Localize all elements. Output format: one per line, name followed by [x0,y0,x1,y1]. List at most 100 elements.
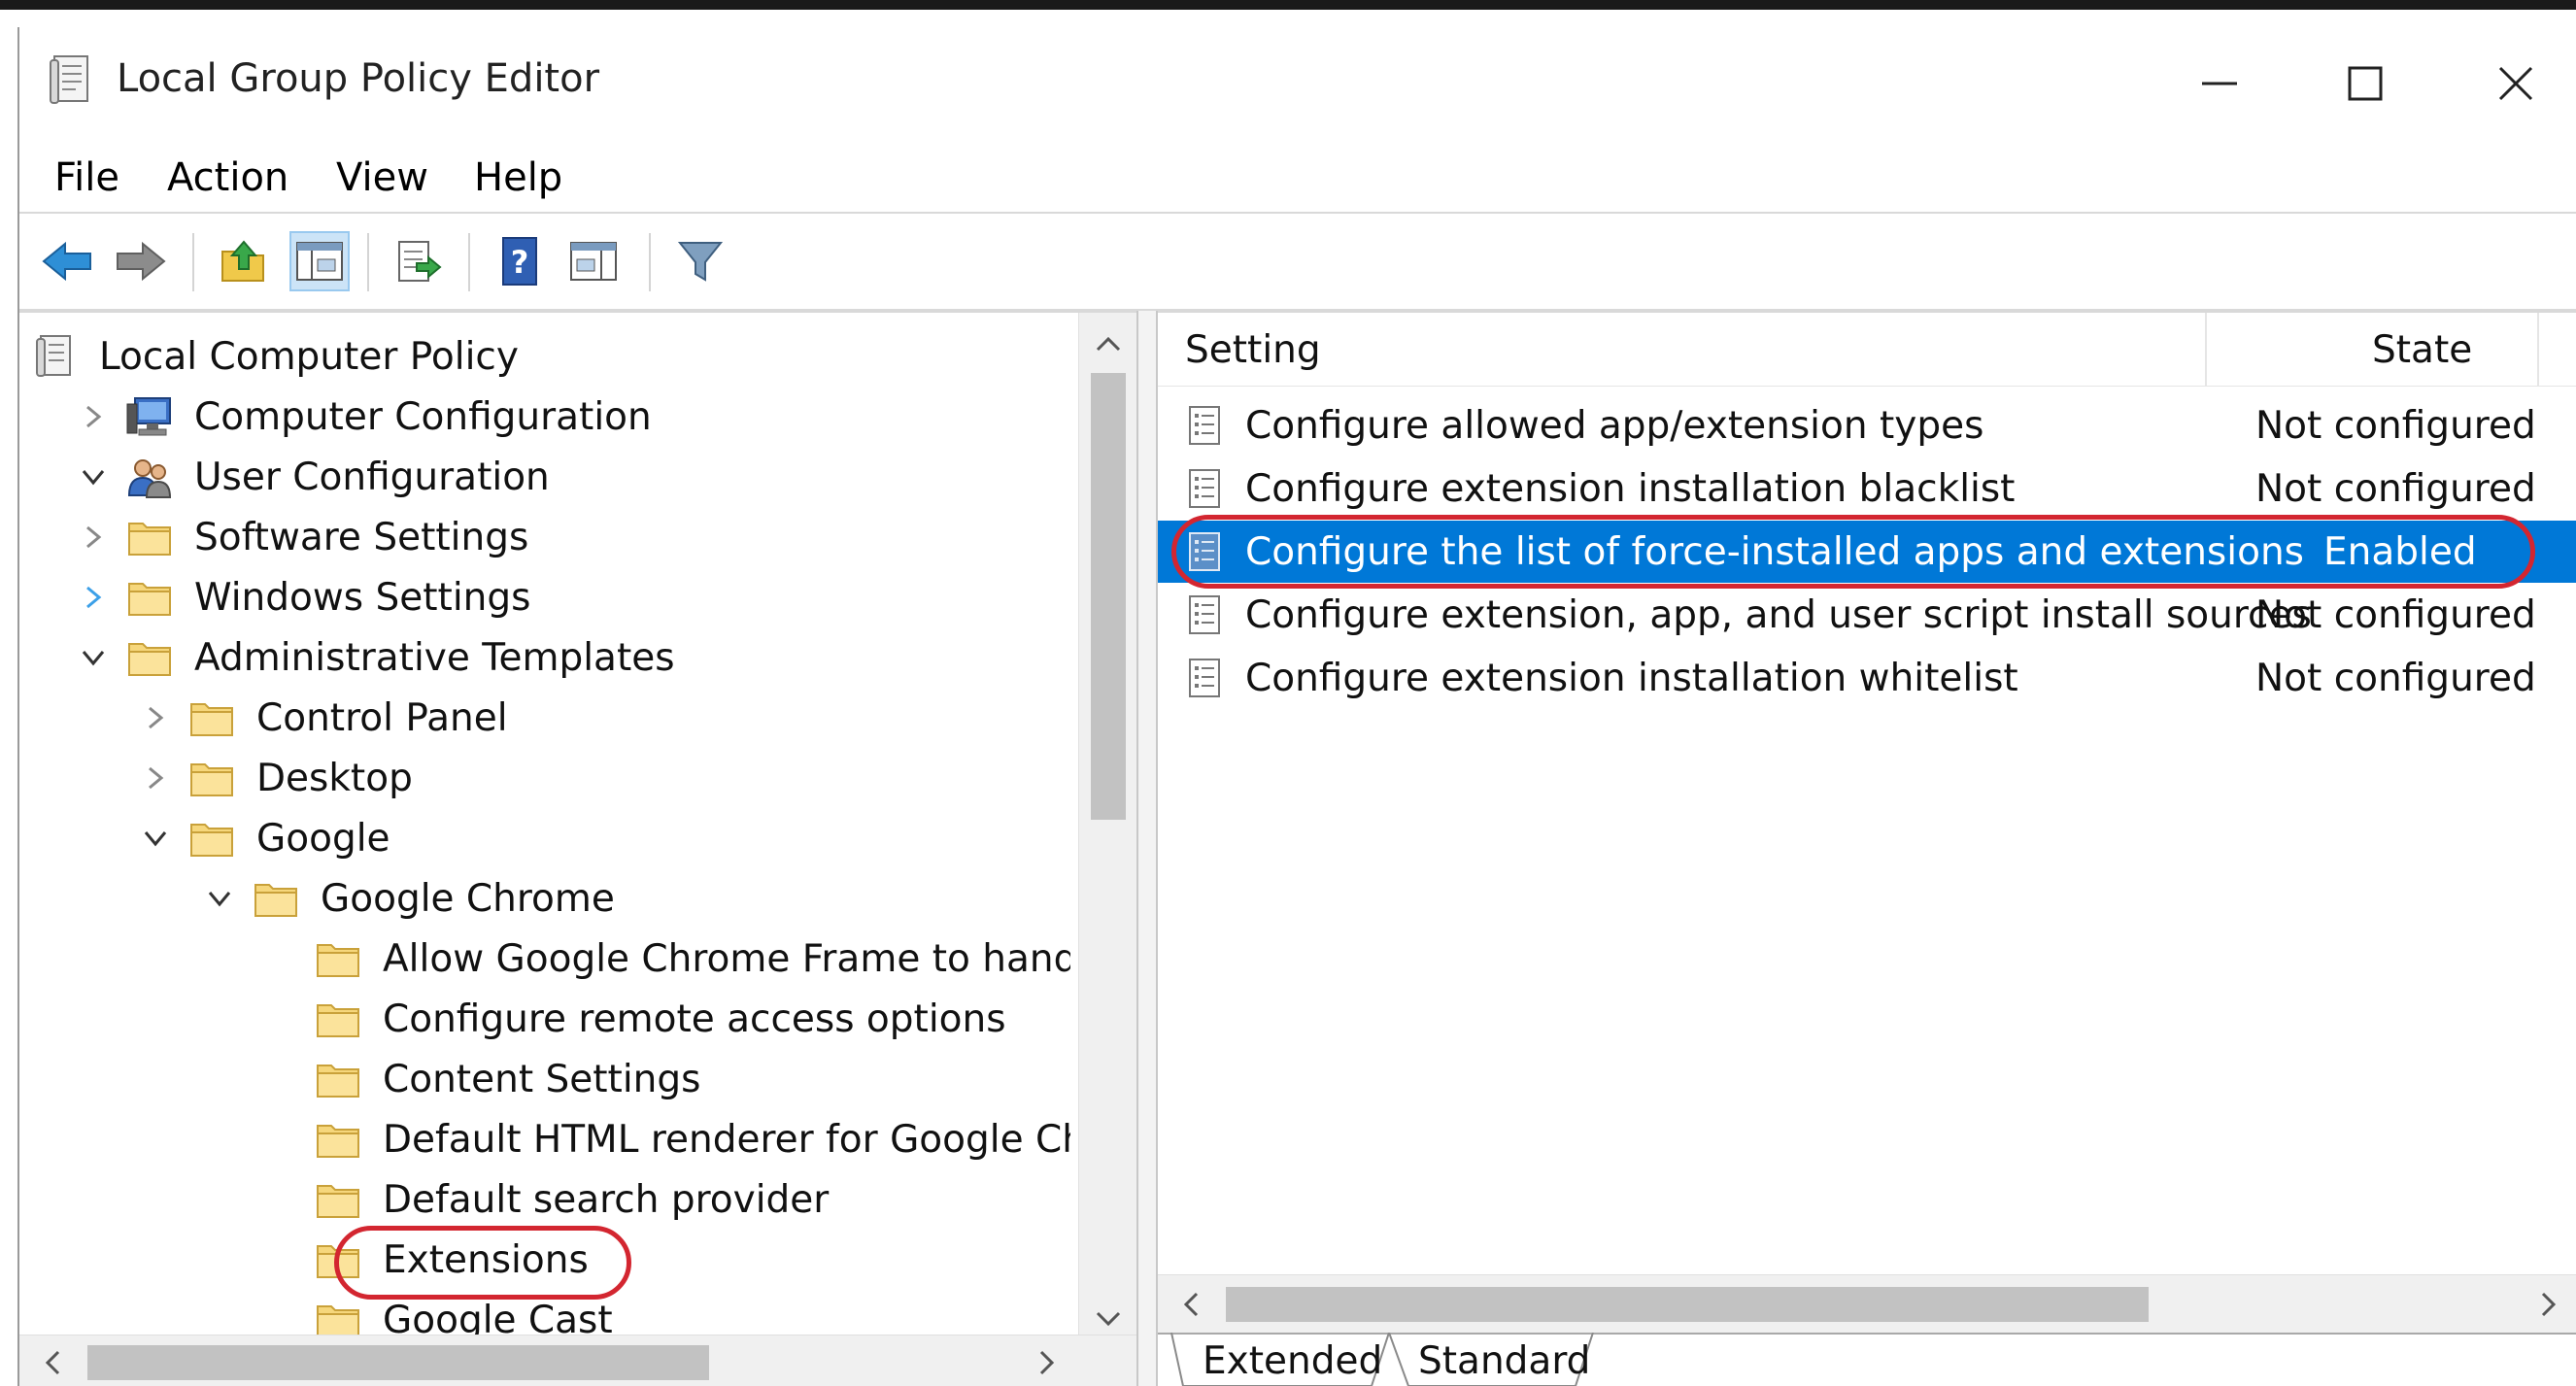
tree-item[interactable]: Default search provider [262,1169,829,1230]
tree-item[interactable]: Software Settings [74,507,528,567]
chevron-right-icon[interactable] [74,518,113,557]
tree-item-label: Desktop [256,756,413,800]
forward-button[interactable] [111,231,171,291]
tree-horizontal-scroll-thumb[interactable] [87,1345,709,1380]
policy-setting-icon [1185,655,1224,701]
tree-item[interactable]: Google Chrome [200,868,615,929]
close-icon [2498,66,2533,101]
column-header-state[interactable]: State [2372,328,2472,372]
column-divider[interactable] [2537,313,2539,387]
list-horizontal-scrollbar[interactable] [1158,1274,2576,1333]
scroll-right-arrow[interactable] [2531,1287,2566,1322]
tree-item[interactable]: Administrative Templates [74,627,675,688]
setting-state: Not configured [2255,656,2536,700]
folder-icon [313,1116,363,1163]
scroll-right-arrow[interactable] [1030,1345,1065,1380]
export-list-button[interactable] [389,231,449,291]
tree-item[interactable]: Extensions [262,1230,589,1290]
screenshot-frame: Local Group Policy Editor File Action Vi… [0,10,2576,1386]
column-header-setting[interactable]: Setting [1185,328,1321,372]
tree-item[interactable]: Computer Configuration [74,387,652,447]
setting-row[interactable]: Configure allowed app/extension types Not… [1158,394,2576,456]
tree-vertical-scrollbar[interactable] [1078,313,1136,1344]
folder-icon [124,514,175,560]
show-hide-action-pane-button[interactable] [563,231,624,291]
tree-item[interactable]: Content Settings [262,1049,700,1109]
forward-icon [117,241,166,282]
setting-name: Configure extension installation blackli… [1245,466,2016,511]
setting-name: Configure the list of force-installed ap… [1245,529,2304,574]
tree-item[interactable]: Configure remote access options [262,989,1006,1049]
tree-vertical-scroll-thumb[interactable] [1091,373,1126,820]
close-button[interactable] [2472,45,2559,122]
chevron-down-icon[interactable] [74,457,113,496]
setting-state: Not configured [2255,466,2536,511]
chevron-right-icon[interactable] [74,578,113,617]
chevron-right-icon[interactable] [74,397,113,436]
tree-item[interactable]: Default HTML renderer for Google Ch [262,1109,1070,1169]
column-divider[interactable] [2205,313,2207,387]
tree-item[interactable]: Control Panel [136,688,508,748]
toolbar-separator [649,233,651,291]
scroll-up-arrow[interactable] [1089,326,1128,361]
folder-icon [313,996,363,1042]
tab-standard[interactable]: Standard [1418,1335,1590,1386]
tree-item-label: Windows Settings [194,575,531,620]
folder-icon [186,755,237,801]
tree-item-label: Software Settings [194,515,529,559]
menu-help[interactable]: Help [474,155,562,200]
tree-item[interactable]: User Configuration [74,447,550,507]
show-hide-console-tree-button[interactable] [289,231,350,291]
title-bar: Local Group Policy Editor [19,27,2576,144]
tree-item[interactable]: Desktop [136,748,413,808]
tree-item-label: Extensions [383,1237,589,1282]
up-one-level-button[interactable] [214,231,274,291]
chevron-down-icon [1096,1311,1121,1327]
maximize-button[interactable] [2322,45,2409,122]
list-horizontal-scroll-thumb[interactable] [1226,1287,2149,1322]
menu-action[interactable]: Action [167,155,288,200]
scroll-down-arrow[interactable] [1089,1301,1128,1336]
pane-splitter[interactable] [1136,311,1158,1386]
scroll-left-arrow[interactable] [35,1345,70,1380]
chevron-down-icon[interactable] [136,819,175,858]
folder-icon [313,1236,363,1283]
users-icon [124,454,175,500]
menu-view[interactable]: View [336,155,428,200]
folder-icon [186,694,237,741]
tree-item[interactable]: Google [136,808,390,868]
tree-item[interactable]: Allow Google Chrome Frame to hand [262,929,1070,989]
tree-item[interactable]: Windows Settings [74,567,530,627]
show-hide-tree-icon [296,242,343,281]
help-icon: ? [502,237,537,286]
setting-name: Configure extension installation whiteli… [1245,656,2018,700]
scroll-left-arrow[interactable] [1173,1287,1208,1322]
toolbar-separator [468,233,470,291]
back-icon [42,241,91,282]
minimize-button[interactable] [2176,45,2263,122]
tree-item[interactable]: Local Computer Policy [29,326,519,387]
tree-item-label: Computer Configuration [194,394,652,439]
setting-row[interactable]: Configure extension installation blackli… [1158,457,2576,520]
chevron-right-icon[interactable] [136,698,175,737]
chevron-left-icon [45,1350,60,1375]
chevron-down-icon[interactable] [74,638,113,677]
menu-file[interactable]: File [54,155,119,200]
folder-icon [186,815,237,862]
chevron-down-icon[interactable] [200,879,239,918]
back-button[interactable] [37,231,97,291]
tree-item-label: Google Chrome [321,876,615,921]
filter-options-button[interactable] [670,231,730,291]
tree-horizontal-scrollbar[interactable] [19,1335,1136,1386]
chevron-right-icon[interactable] [136,759,175,797]
tab-extended[interactable]: Extended [1203,1335,1382,1386]
setting-row[interactable]: Configure the list of force-installed ap… [1158,521,2576,583]
setting-row[interactable]: Configure extension, app, and user scrip… [1158,584,2576,646]
help-button[interactable]: ? [490,231,550,291]
setting-row[interactable]: Configure extension installation whiteli… [1158,647,2576,709]
setting-name: Configure allowed app/extension types [1245,403,1984,448]
